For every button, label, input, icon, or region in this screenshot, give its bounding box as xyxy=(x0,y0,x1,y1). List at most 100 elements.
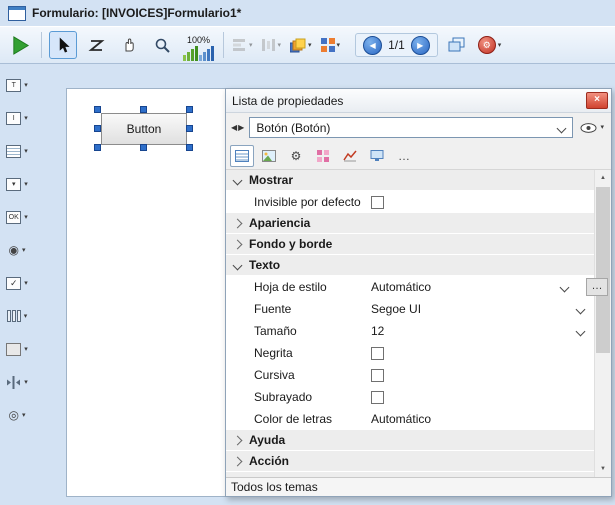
palette-scrollbar[interactable]: ▲ ▼ xyxy=(594,170,611,477)
palette-titlebar[interactable]: Lista de propiedades × xyxy=(226,89,611,113)
view-options-dropdown[interactable]: ▾ xyxy=(578,123,606,133)
object-nav-arrows[interactable]: ◀ ▶ xyxy=(231,123,244,132)
tool-rectangle[interactable]: ▾ xyxy=(2,337,32,361)
property-value[interactable]: Automático xyxy=(371,280,431,294)
property-value[interactable]: 12 xyxy=(371,324,384,338)
chevron-down-icon xyxy=(233,175,243,185)
property-value[interactable]: Automático xyxy=(371,412,431,426)
zigzag-pencil-icon xyxy=(88,38,105,53)
section-eventos[interactable]: Eventos xyxy=(226,472,594,477)
order-entry-tool-button[interactable] xyxy=(82,31,110,59)
scrollbar-thumb[interactable] xyxy=(596,187,610,353)
chevron-down-icon: ▾ xyxy=(22,247,26,254)
selection-handle-top-center[interactable] xyxy=(140,106,147,113)
object-selector-combo[interactable]: Botón (Botón) xyxy=(249,117,573,138)
text-tool-icon: T xyxy=(6,79,21,92)
cursor-icon xyxy=(56,36,71,54)
zoom-tool-button[interactable] xyxy=(148,31,176,59)
tool-splitter[interactable]: ▾ xyxy=(2,370,32,394)
tab-settings[interactable]: ⚙ xyxy=(284,145,308,167)
new-window-button[interactable] xyxy=(443,31,471,59)
chevron-down-icon: ▾ xyxy=(600,124,604,131)
chevron-right-icon xyxy=(233,435,243,445)
section-accion[interactable]: Acción xyxy=(226,451,594,472)
scroll-up-icon[interactable]: ▲ xyxy=(595,170,611,186)
section-texto[interactable]: Texto xyxy=(226,255,594,276)
selection-handle-top-left[interactable] xyxy=(94,106,101,113)
align-dropdown[interactable]: ▾ xyxy=(231,39,255,51)
select-tool-button[interactable] xyxy=(49,31,77,59)
tab-screen[interactable] xyxy=(365,145,389,167)
tool-listbox[interactable]: ▾ xyxy=(2,139,32,163)
chevron-down-icon[interactable] xyxy=(576,305,586,315)
tab-property-list[interactable] xyxy=(230,145,254,167)
tab-chart[interactable] xyxy=(338,145,362,167)
zoom-level-widget[interactable]: 100% xyxy=(183,29,214,61)
ok-button-tool-icon: OK xyxy=(6,211,21,224)
chevron-right-icon xyxy=(233,456,243,466)
property-value[interactable]: Segoe UI xyxy=(371,302,421,316)
rectangle-tool-icon xyxy=(6,343,21,356)
next-page-button[interactable]: ▶ xyxy=(411,36,430,55)
magnifier-icon xyxy=(154,37,171,54)
form-button-object[interactable]: Button xyxy=(101,113,187,145)
object-selector-row: ◀ ▶ Botón (Botón) ▾ xyxy=(226,113,611,142)
tool-combobox[interactable]: ▾ ▾ xyxy=(2,172,32,196)
selection-handle-bottom-left[interactable] xyxy=(94,144,101,151)
checkbox-tool-icon: ✓ xyxy=(6,277,21,290)
section-ayuda[interactable]: Ayuda xyxy=(226,430,594,451)
property-row-tamano: Tamaño 12 xyxy=(226,320,594,342)
property-list: Mostrar Invisible por defecto Apariencia… xyxy=(226,170,594,477)
distribute-dropdown[interactable]: ▾ xyxy=(260,39,284,51)
subrayado-checkbox[interactable] xyxy=(371,391,384,404)
prev-object-icon[interactable]: ◀ xyxy=(231,123,237,132)
stylesheet-ellipsis-button[interactable]: … xyxy=(586,278,608,296)
combobox-tool-icon: ▾ xyxy=(6,178,21,191)
gear-icon: ⚙ xyxy=(291,150,302,162)
tool-button-grid[interactable]: ▾ xyxy=(2,304,32,328)
scroll-down-icon[interactable]: ▼ xyxy=(595,461,611,477)
tab-style[interactable] xyxy=(311,145,335,167)
prev-page-button[interactable]: ◀ xyxy=(363,36,382,55)
next-object-icon[interactable]: ▶ xyxy=(238,123,244,132)
section-fondo-y-borde[interactable]: Fondo y borde xyxy=(226,234,594,255)
property-row-invisible: Invisible por defecto xyxy=(226,191,594,213)
layers-dropdown[interactable]: ▾ xyxy=(288,38,314,53)
property-row-negrita: Negrita xyxy=(226,342,594,364)
color-grid-dropdown[interactable]: ▾ xyxy=(319,38,343,52)
selection-handle-bottom-center[interactable] xyxy=(140,144,147,151)
chevron-down-icon: ▾ xyxy=(24,379,28,386)
section-apariencia[interactable]: Apariencia xyxy=(226,213,594,234)
tab-image[interactable] xyxy=(257,145,281,167)
selection-handle-mid-right[interactable] xyxy=(186,125,193,132)
tool-static-text[interactable]: T ▾ xyxy=(2,73,32,97)
property-row-color-de-letras: Color de letras Automático xyxy=(226,408,594,430)
selection-handle-top-right[interactable] xyxy=(186,106,193,113)
stop-dropdown[interactable]: ⚙ ▾ xyxy=(476,36,504,54)
close-button[interactable]: × xyxy=(586,92,608,109)
stop-icon: ⚙ xyxy=(478,36,496,54)
tool-input-field[interactable]: I ▾ xyxy=(2,106,32,130)
run-form-button[interactable] xyxy=(6,31,34,59)
tool-radio-button[interactable]: ◉ ▾ xyxy=(2,238,32,262)
chevron-down-icon: ▾ xyxy=(22,412,26,419)
negrita-checkbox[interactable] xyxy=(371,347,384,360)
chevron-down-icon[interactable] xyxy=(576,327,586,337)
chevron-down-icon[interactable] xyxy=(560,283,570,293)
section-mostrar[interactable]: Mostrar xyxy=(226,170,594,191)
selection-handle-mid-left[interactable] xyxy=(94,125,101,132)
radio-tool-icon: ◉ xyxy=(9,244,19,256)
section-label: Acción xyxy=(249,454,289,468)
palette-title: Lista de propiedades xyxy=(232,94,343,108)
hand-tool-button[interactable] xyxy=(115,31,143,59)
selection-handle-bottom-right[interactable] xyxy=(186,144,193,151)
form-window-icon xyxy=(8,6,26,21)
invisible-checkbox[interactable] xyxy=(371,196,384,209)
cursiva-checkbox[interactable] xyxy=(371,369,384,382)
zoom-bars-icon xyxy=(183,46,214,61)
plugin-tool-icon: ◎ xyxy=(9,409,19,421)
tool-plugin-area[interactable]: ◎ ▾ xyxy=(2,403,32,427)
tab-more[interactable]: … xyxy=(392,145,416,167)
tool-button[interactable]: OK ▾ xyxy=(2,205,32,229)
tool-checkbox[interactable]: ✓ ▾ xyxy=(2,271,32,295)
